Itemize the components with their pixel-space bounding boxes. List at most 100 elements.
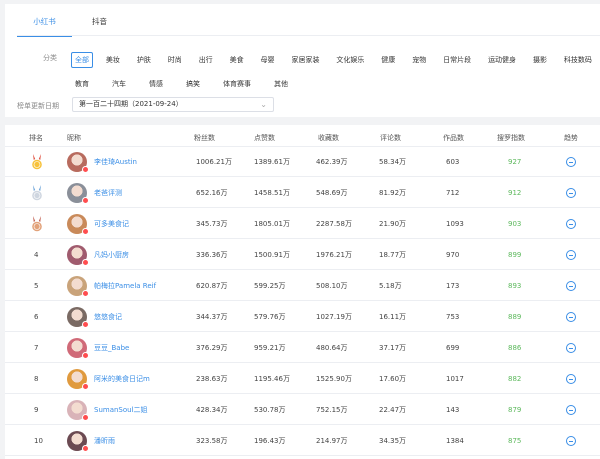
header-favorites: 收藏数 <box>318 134 339 142</box>
index-score: 886 <box>508 344 522 352</box>
header-index: 搜罗指数 <box>497 134 525 142</box>
table-row: 6 悠悠食记 344.37万 579.76万 1027.19万 16.11万 753 889 <box>5 302 600 332</box>
filter-panel: 小红书 抖音 分类 全部 美妆 护肤 时尚 出行 美食 母婴 家居家装 文化娱乐 健康 宠物 日常片段… <box>5 4 600 117</box>
verified-badge-icon <box>82 166 89 173</box>
tab-xiaohongshu[interactable]: 小红书 <box>17 13 72 37</box>
comments-count: 16.11万 <box>379 313 407 321</box>
works-count: 712 <box>446 189 460 197</box>
category-item[interactable]: 摄影 <box>529 52 551 68</box>
blogger-name[interactable]: 李佳琦Austin <box>94 147 137 177</box>
works-count: 970 <box>446 251 460 259</box>
category-item[interactable]: 出行 <box>195 52 217 68</box>
category-item[interactable]: 其他 <box>270 76 292 92</box>
fans-count: 336.36万 <box>196 251 228 259</box>
category-item[interactable]: 时尚 <box>164 52 186 68</box>
index-score: 879 <box>508 406 522 414</box>
verified-badge-icon <box>82 197 89 204</box>
rank-number: 9 <box>34 406 39 414</box>
category-item[interactable]: 教育 <box>71 76 93 92</box>
blogger-name[interactable]: 豆豆_Babe <box>94 333 129 363</box>
minus-circle-icon[interactable] <box>566 281 576 291</box>
verified-badge-icon <box>82 228 89 235</box>
category-item[interactable]: 美食 <box>226 52 248 68</box>
date-label: 榜单更新日期 <box>17 102 59 110</box>
category-label: 分类 <box>43 54 57 62</box>
category-item[interactable]: 母婴 <box>257 52 279 68</box>
bronze-medal-icon <box>28 215 46 233</box>
likes-count: 1805.01万 <box>254 220 290 228</box>
table-row: 9 SumanSoul二姐 428.34万 530.78万 752.15万 22.47万 1… <box>5 395 600 425</box>
chevron-down-icon: ⌄ <box>260 100 267 109</box>
category-item[interactable]: 宠物 <box>408 52 430 68</box>
works-count: 173 <box>446 282 460 290</box>
minus-circle-icon[interactable] <box>566 219 576 229</box>
header-rank: 排名 <box>29 134 43 142</box>
category-item[interactable]: 日常片段 <box>439 52 475 68</box>
index-score: 889 <box>508 313 522 321</box>
fans-count: 345.73万 <box>196 220 228 228</box>
blogger-name[interactable]: 潘昕雨 <box>94 426 115 456</box>
comments-count: 18.77万 <box>379 251 407 259</box>
category-item[interactable]: 汽车 <box>108 76 130 92</box>
index-score: 893 <box>508 282 522 290</box>
minus-circle-icon[interactable] <box>566 312 576 322</box>
favorites-count: 1027.19万 <box>316 313 352 321</box>
comments-count: 34.35万 <box>379 437 407 445</box>
likes-count: 1458.51万 <box>254 189 290 197</box>
category-item[interactable]: 搞笑 <box>182 76 204 92</box>
table-row: 5 帕梅拉Pamela Reif 620.87万 599.25万 508.10万 5.18… <box>5 271 600 301</box>
index-score: 882 <box>508 375 522 383</box>
fans-count: 652.16万 <box>196 189 228 197</box>
works-count: 1384 <box>446 437 464 445</box>
works-count: 1093 <box>446 220 464 228</box>
category-item[interactable]: 美妆 <box>102 52 124 68</box>
date-select[interactable]: 第一百二十四期（2021-09-24） ⌄ <box>72 97 274 112</box>
minus-circle-icon[interactable] <box>566 374 576 384</box>
blogger-name[interactable]: 老爸评测 <box>94 178 122 208</box>
fans-count: 620.87万 <box>196 282 228 290</box>
works-count: 603 <box>446 158 460 166</box>
header-trend: 趋势 <box>564 134 578 142</box>
minus-circle-icon[interactable] <box>566 436 576 446</box>
likes-count: 599.25万 <box>254 282 286 290</box>
category-item[interactable]: 科技数码 <box>560 52 596 68</box>
rank-number: 6 <box>34 313 39 321</box>
category-item[interactable]: 运动健身 <box>484 52 520 68</box>
likes-count: 1195.46万 <box>254 375 290 383</box>
blogger-name[interactable]: 可多美食记 <box>94 209 129 239</box>
blogger-name[interactable]: 帕梅拉Pamela Reif <box>94 271 156 301</box>
minus-circle-icon[interactable] <box>566 343 576 353</box>
minus-circle-icon[interactable] <box>566 157 576 167</box>
tab-douyin[interactable]: 抖音 <box>72 13 127 37</box>
table-row: 老爸评测 652.16万 1458.51万 548.69万 81.92万 712 912 <box>5 178 600 208</box>
verified-badge-icon <box>82 383 89 390</box>
verified-badge-icon <box>82 321 89 328</box>
header-comments: 评论数 <box>380 134 401 142</box>
category-item[interactable]: 全部 <box>71 52 93 68</box>
likes-count: 1389.61万 <box>254 158 290 166</box>
favorites-count: 2287.58万 <box>316 220 352 228</box>
favorites-count: 548.69万 <box>316 189 348 197</box>
likes-count: 1500.91万 <box>254 251 290 259</box>
category-item[interactable]: 家居家装 <box>287 52 323 68</box>
rank-number: 5 <box>34 282 39 290</box>
category-item[interactable]: 情感 <box>145 76 167 92</box>
minus-circle-icon[interactable] <box>566 250 576 260</box>
minus-circle-icon[interactable] <box>566 188 576 198</box>
blogger-name[interactable]: SumanSoul二姐 <box>94 395 148 425</box>
blogger-name[interactable]: 阿米的美食日记m <box>94 364 150 394</box>
minus-circle-icon[interactable] <box>566 405 576 415</box>
likes-count: 579.76万 <box>254 313 286 321</box>
blogger-name[interactable]: 凡妈小厨房 <box>94 240 129 270</box>
category-item[interactable]: 文化娱乐 <box>332 52 368 68</box>
verified-badge-icon <box>82 414 89 421</box>
category-item[interactable]: 体育赛事 <box>219 76 255 92</box>
platform-tabs: 小红书 抖音 <box>17 13 127 37</box>
category-item[interactable]: 健康 <box>377 52 399 68</box>
category-item[interactable]: 护肤 <box>133 52 155 68</box>
ranking-table: 排名 昵称 粉丝数 点赞数 收藏数 评论数 作品数 搜罗指数 趋势 李佳琦Aus… <box>5 125 600 459</box>
rank-number: 10 <box>34 437 43 445</box>
index-score: 912 <box>508 189 522 197</box>
blogger-name[interactable]: 悠悠食记 <box>94 302 122 332</box>
verified-badge-icon <box>82 259 89 266</box>
